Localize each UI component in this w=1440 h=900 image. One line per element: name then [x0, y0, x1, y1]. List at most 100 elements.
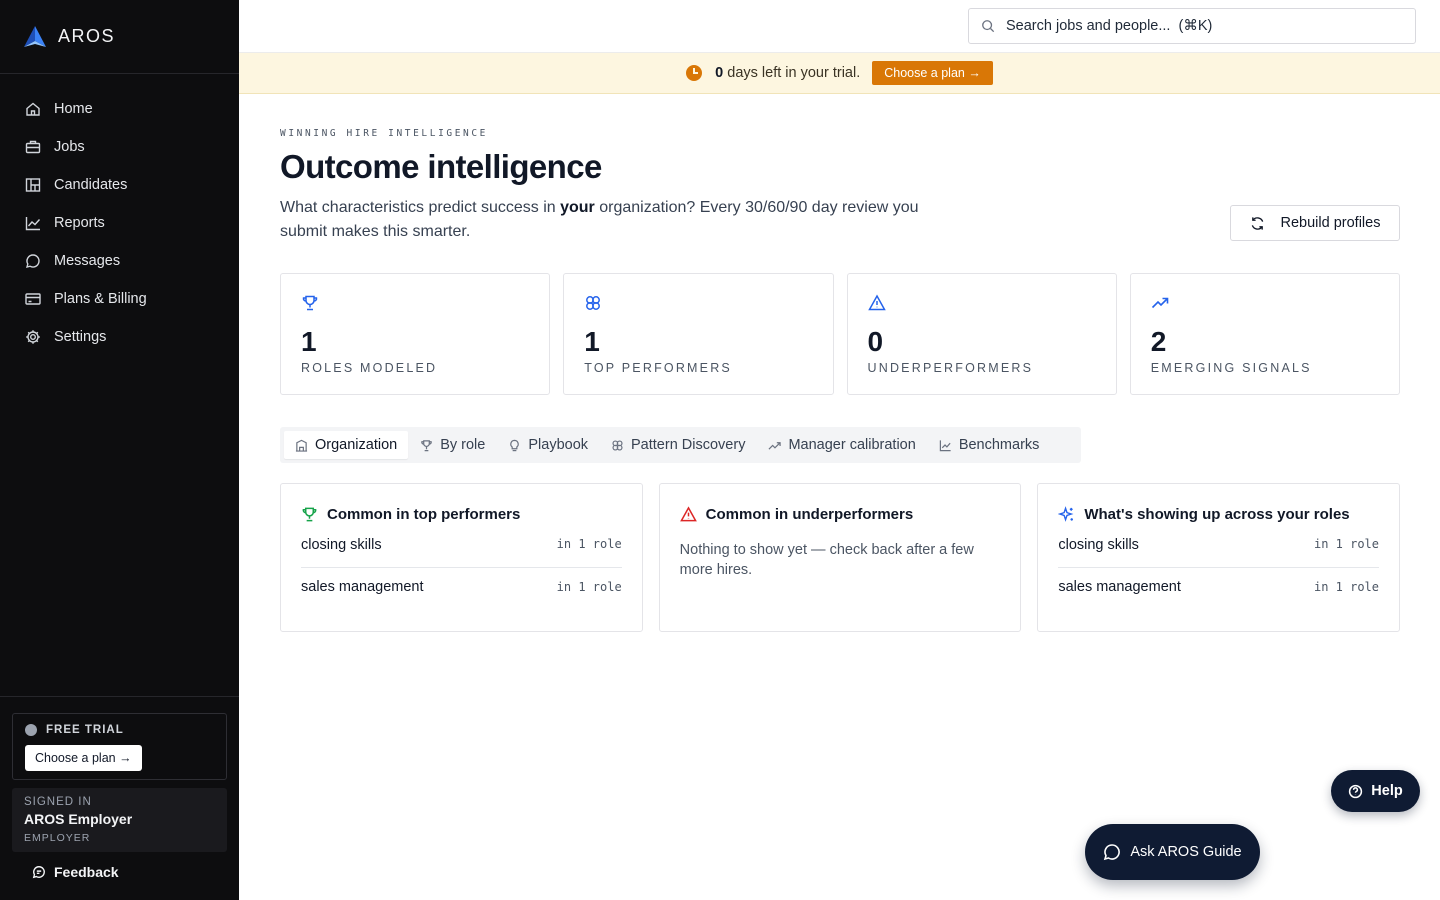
- feedback-button[interactable]: Feedback: [12, 864, 227, 880]
- tab-label: By role: [440, 437, 486, 453]
- insight-cards: Common in top performers closing skills …: [280, 483, 1401, 632]
- sidebar-item-home[interactable]: Home: [0, 90, 239, 128]
- account-name: AROS Employer: [24, 811, 133, 827]
- guide-label: Ask AROS Guide: [1130, 844, 1242, 860]
- tab-playbook[interactable]: Playbook: [497, 431, 599, 459]
- message-icon: [25, 253, 41, 269]
- trait-role-count: in 1 role: [556, 537, 622, 551]
- message-icon: [32, 866, 45, 879]
- gear-icon: [25, 329, 41, 345]
- stat-label: ROLES MODELED: [301, 361, 438, 375]
- tab-benchmarks[interactable]: Benchmarks: [928, 431, 1051, 459]
- list-item: sales management in 1 role: [1058, 567, 1380, 606]
- rebuild-profiles-button[interactable]: Rebuild profiles: [1230, 205, 1400, 241]
- clock-icon: [25, 724, 37, 736]
- stat-value: 1: [584, 326, 600, 357]
- users-grid-icon: [25, 177, 41, 193]
- sidebar-item-label: Plans & Billing: [54, 291, 147, 307]
- credit-card-icon: [25, 291, 41, 307]
- sidebar-item-label: Candidates: [54, 177, 128, 193]
- brand[interactable]: AROS: [0, 0, 239, 74]
- aros-logo-icon: [24, 25, 46, 47]
- chart-line-icon: [25, 215, 41, 231]
- sidebar-item-label: Messages: [54, 253, 121, 269]
- brain-icon: [612, 439, 623, 451]
- search-input[interactable]: [1006, 18, 1386, 34]
- trait-name: closing skills: [301, 537, 382, 553]
- sidebar-item-candidates[interactable]: Candidates: [0, 166, 239, 204]
- stat-value: 2: [1150, 326, 1167, 357]
- tab-label: Pattern Discovery: [631, 437, 746, 453]
- card-header: Common in top performers: [301, 506, 622, 523]
- stat-label: TOP PERFORMERS: [584, 361, 732, 375]
- sidebar-item-plans-billing[interactable]: Plans & Billing: [0, 280, 239, 318]
- tab-label: Manager calibration: [788, 437, 916, 453]
- page-subtitle: What characteristics predict success in …: [280, 196, 960, 244]
- home-icon: [25, 101, 41, 117]
- tab-manager-calibration[interactable]: Manager calibration: [757, 431, 926, 459]
- brain-icon: [586, 296, 601, 310]
- trending-up-icon: [1151, 297, 1169, 309]
- top-bar: [239, 0, 1440, 53]
- card-title: Common in underperformers: [705, 506, 914, 523]
- search-box[interactable]: [968, 8, 1416, 44]
- stat-value: 1: [301, 326, 317, 357]
- card-underperformers: Common in underperformers Nothing to sho…: [658, 483, 1022, 632]
- stat-card-roles-modeled: 1 ROLES MODELED: [280, 273, 551, 395]
- sidebar-item-jobs[interactable]: Jobs: [0, 128, 239, 166]
- clock-icon: [686, 65, 703, 81]
- main-content: WINNING HIRE INTELLIGENCE Outcome intell…: [280, 94, 1401, 632]
- chart-line-icon: [939, 439, 951, 451]
- tab-pattern-discovery[interactable]: Pattern Discovery: [600, 431, 756, 459]
- warning-icon: [679, 506, 697, 522]
- trait-name: sales management: [301, 579, 424, 595]
- help-button[interactable]: Help: [1331, 770, 1420, 812]
- trial-card: FREE TRIAL Choose a plan →: [12, 713, 227, 780]
- tab-by-role[interactable]: By role: [409, 431, 496, 459]
- sidebar-nav: Home Jobs Candidates Reports Messages Pl…: [0, 74, 239, 356]
- account-role: EMPLOYER: [24, 832, 91, 844]
- choose-plan-button[interactable]: Choose a plan →: [25, 745, 142, 771]
- account-card[interactable]: SIGNED IN AROS Employer EMPLOYER: [12, 788, 227, 852]
- sidebar-item-settings[interactable]: Settings: [0, 318, 239, 356]
- signed-in-label: SIGNED IN: [24, 796, 92, 808]
- empty-state-text: Nothing to show yet — check back after a…: [679, 542, 974, 578]
- banner-choose-plan-button[interactable]: Choose a plan →: [872, 61, 993, 85]
- stat-card-underperformers: 0 UNDERPERFORMERS: [846, 273, 1117, 395]
- ask-aros-guide-button[interactable]: Ask AROS Guide: [1085, 824, 1260, 880]
- trait-name: closing skills: [1058, 537, 1139, 553]
- brand-name: AROS: [58, 26, 116, 46]
- stat-label: EMERGING SIGNALS: [1150, 361, 1312, 375]
- warning-icon: [867, 294, 886, 311]
- refresh-icon: [1251, 216, 1263, 230]
- trait-role-count: in 1 role: [1313, 580, 1380, 594]
- sidebar-footer: FREE TRIAL Choose a plan → SIGNED IN ARO…: [0, 696, 239, 900]
- stat-label: UNDERPERFORMERS: [867, 361, 1034, 375]
- sparkles-icon: [1058, 506, 1074, 522]
- trending-up-icon: [768, 441, 782, 450]
- intelligence-tabs: Organization By role Playbook Pattern Di…: [280, 427, 1081, 463]
- trial-banner: 0 days left in your trial. Choose a plan…: [239, 53, 1440, 94]
- lightbulb-icon: [510, 439, 520, 451]
- trophy-icon: [302, 507, 317, 522]
- message-icon: [1104, 844, 1121, 861]
- tab-organization[interactable]: Organization: [284, 431, 409, 459]
- sidebar-item-label: Settings: [54, 329, 107, 345]
- tab-label: Benchmarks: [958, 437, 1040, 453]
- sidebar-item-messages[interactable]: Messages: [0, 242, 239, 280]
- stat-card-emerging-signals: 2 EMERGING SIGNALS: [1129, 273, 1400, 395]
- trait-list: closing skills in 1 role sales managemen…: [1058, 537, 1380, 606]
- trial-label: FREE TRIAL: [25, 724, 214, 736]
- trophy-icon: [302, 295, 318, 311]
- trophy-icon: [421, 439, 432, 451]
- trial-label-text: FREE TRIAL: [46, 724, 124, 736]
- sidebar-item-label: Home: [54, 101, 93, 117]
- rebuild-profiles-label: Rebuild profiles: [1280, 215, 1381, 231]
- building-icon: [295, 439, 308, 452]
- trait-name: sales management: [1058, 579, 1181, 595]
- help-circle-icon: [1349, 784, 1363, 798]
- sidebar: AROS Home Jobs Candidates Reports Messag…: [0, 0, 239, 900]
- trait-list: closing skills in 1 role sales managemen…: [301, 537, 622, 606]
- sidebar-item-reports[interactable]: Reports: [0, 204, 239, 242]
- list-item: closing skills in 1 role: [1058, 537, 1379, 567]
